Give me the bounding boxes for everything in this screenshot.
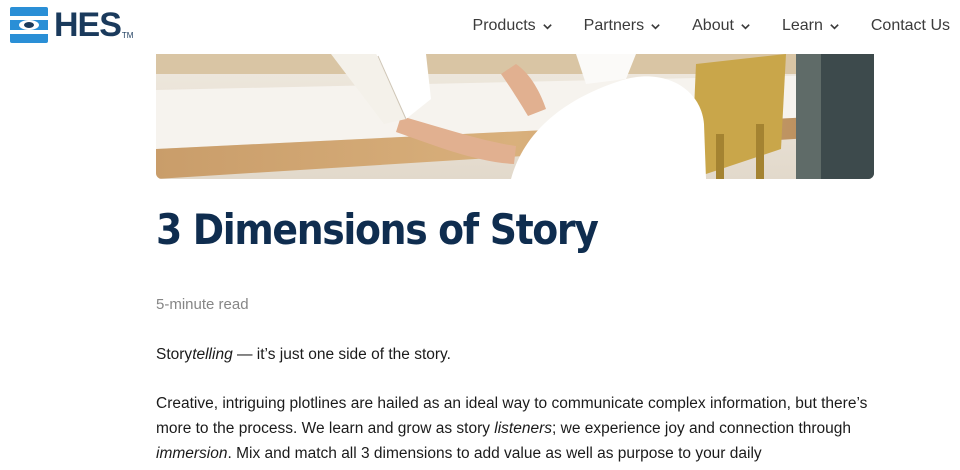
article-paragraph-1: Storytelling — it’s just one side of the… [156, 342, 876, 367]
chevron-down-icon [651, 23, 660, 30]
logo-trademark: TM [121, 31, 134, 40]
nav-item-products[interactable]: Products [473, 17, 553, 35]
nav-item-learn[interactable]: Learn [782, 17, 840, 35]
article-title: 3 Dimensions of Story [156, 205, 599, 254]
nav-item-label: About [692, 17, 734, 34]
logo-text: HES [54, 6, 122, 44]
nav-item-label: Learn [781, 17, 823, 34]
nav-item-label: Contact Us [870, 17, 950, 34]
nav-item-label: Products [472, 17, 536, 34]
hero-image [156, 54, 874, 179]
text-emphasis: listeners [494, 420, 553, 437]
site-header: HES TM Products Partners About Learn Con… [0, 0, 960, 54]
main-nav: Products Partners About Learn Contact Us [473, 17, 950, 35]
hes-logo[interactable]: HES TM [10, 6, 133, 44]
text-emphasis: immersion [156, 445, 228, 462]
text-emphasis: telling [192, 346, 233, 363]
nav-item-contact-us[interactable]: Contact Us [871, 17, 950, 35]
chevron-down-icon [830, 23, 839, 30]
nav-item-partners[interactable]: Partners [584, 17, 661, 35]
article-paragraph-2: Creative, intriguing plotlines are haile… [156, 391, 876, 466]
chevron-down-icon [741, 23, 750, 30]
logo-mark-icon [10, 7, 48, 43]
text-segment: Story [156, 346, 193, 363]
nav-item-about[interactable]: About [692, 17, 751, 35]
text-segment: ; we experience joy and connection throu… [552, 420, 852, 437]
nav-item-label: Partners [583, 17, 645, 34]
text-segment: . Mix and match all 3 dimensions to add … [227, 445, 762, 462]
read-time: 5-minute read [156, 296, 249, 313]
chevron-down-icon [542, 23, 552, 30]
hero-illustration [156, 54, 874, 179]
text-segment: — it’s just one side of the story. [232, 346, 451, 363]
